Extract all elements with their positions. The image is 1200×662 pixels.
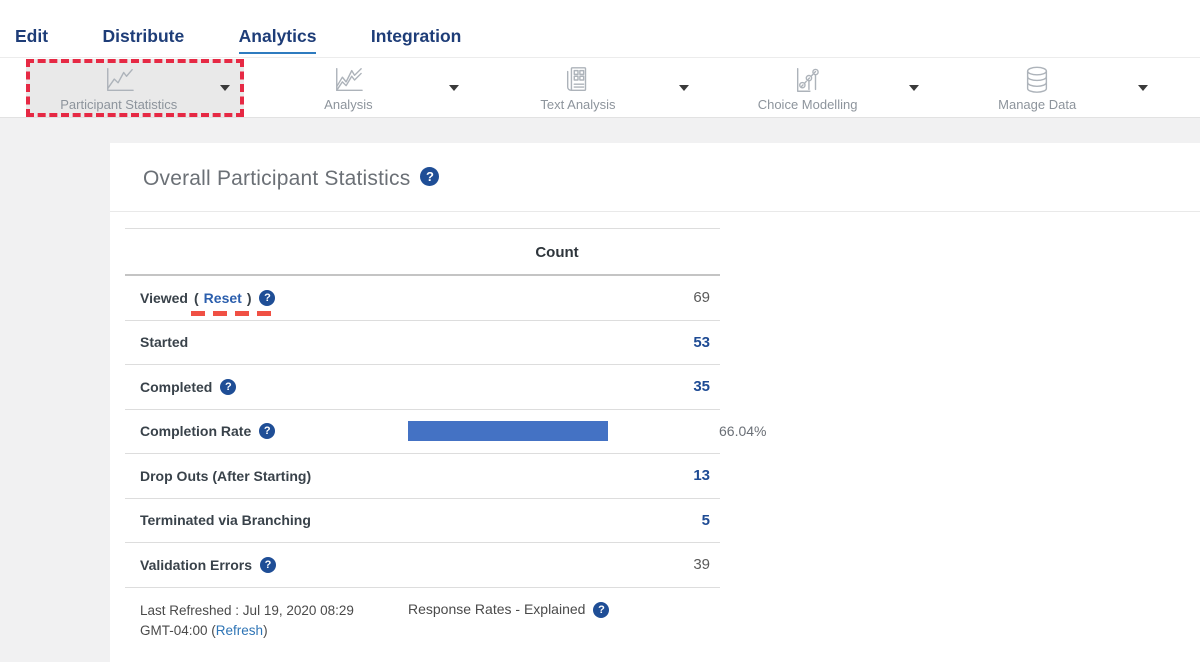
row-label: Terminated via Branching [140,512,311,528]
help-icon[interactable]: ? [593,602,609,618]
row-value: 35 [693,378,710,395]
table-row-validation-errors: Validation Errors ? 39 [125,543,720,588]
table-row-completed: Completed ? 35 [125,365,720,410]
last-refreshed-text: Last Refreshed : Jul 19, 2020 08:29 [140,603,354,618]
row-value: 69 [693,289,710,306]
reset-link[interactable]: Reset [204,290,242,306]
reset-group: ( Reset ) [194,290,251,306]
timezone-text: GMT-04:00 ( [140,623,216,638]
table-footer: Last Refreshed : Jul 19, 2020 08:29 GMT-… [125,588,720,641]
refresh-link[interactable]: Refresh [216,623,263,638]
app-header: Edit Distribute Analytics Integration Pa… [0,0,1200,118]
count-column-header: Count [457,229,657,276]
tool-label: Text Analysis [540,97,615,112]
row-value: 13 [693,467,710,484]
text-analysis-button[interactable]: Text Analysis [489,61,699,115]
row-label: Completion Rate ? [140,423,408,439]
tool-label: Manage Data [998,97,1076,112]
row-label-text: Completion Rate [140,423,251,439]
tool-group-manage-data: Manage Data [938,58,1168,118]
row-label-text: Validation Errors [140,557,252,573]
area-chart-icon [328,65,368,95]
tool-label: Participant Statistics [60,97,177,112]
primary-nav: Edit Distribute Analytics Integration [0,0,1200,57]
nav-item-edit[interactable]: Edit [15,26,48,52]
nav-item-analytics[interactable]: Analytics [239,26,317,54]
nav-item-distribute[interactable]: Distribute [103,26,185,52]
annotation-red-underline [191,311,279,316]
participant-statistics-trigger[interactable]: Participant Statistics [40,65,198,112]
scatter-chart-icon [788,65,828,95]
chevron-down-icon[interactable] [1138,85,1148,91]
help-icon[interactable]: ? [420,167,439,186]
participant-statistics-button[interactable]: Participant Statistics [26,59,244,117]
content-card: Overall Participant Statistics ? Count V… [110,143,1200,662]
participant-statistics-table: Count Viewed ( Reset ) ? 69 Started 53 [125,228,720,588]
analysis-trigger[interactable]: Analysis [269,65,427,112]
help-icon[interactable]: ? [260,557,276,573]
tool-label: Analysis [324,97,372,112]
database-icon [1017,65,1057,95]
choice-modelling-trigger[interactable]: Choice Modelling [729,65,887,112]
choice-modelling-button[interactable]: Choice Modelling [719,61,929,115]
paren-close: ) [263,623,268,638]
tool-group-participant-statistics: Participant Statistics [20,58,250,118]
row-label: Started [140,334,188,350]
row-value: 39 [693,556,710,573]
card-title-row: Overall Participant Statistics ? [110,143,1200,212]
chevron-down-icon[interactable] [679,85,689,91]
completion-rate-percent: 66.04% [719,423,766,439]
row-label-text: Completed [140,379,212,395]
row-label-text: Viewed [140,290,188,306]
table-row-drop-outs: Drop Outs (After Starting) 13 [125,454,720,499]
row-label: Validation Errors ? [140,557,276,573]
line-chart-icon [99,65,139,95]
paren-open: ( [194,290,199,306]
row-label-text: Terminated via Branching [140,512,311,528]
row-label: Viewed ( Reset ) ? [140,290,275,306]
row-label-text: Started [140,334,188,350]
row-value: 53 [693,334,710,351]
last-refreshed: Last Refreshed : Jul 19, 2020 08:29 GMT-… [140,601,408,641]
paren-close: ) [247,290,252,306]
nav-item-integration[interactable]: Integration [371,26,461,52]
completion-bar-fill [408,421,608,441]
row-label: Drop Outs (After Starting) [140,468,311,484]
chevron-down-icon[interactable] [909,85,919,91]
analytics-toolbar: Participant Statistics Analysis [0,57,1200,118]
chevron-down-icon[interactable] [220,85,230,91]
tool-group-text-analysis: Text Analysis [479,58,709,118]
row-label: Completed ? [140,379,236,395]
text-analysis-trigger[interactable]: Text Analysis [499,65,657,112]
table-row-started: Started 53 [125,321,720,366]
manage-data-button[interactable]: Manage Data [948,61,1158,115]
response-rates-label: Response Rates - Explained [408,601,585,617]
table-header-row: Count [125,229,720,276]
table-row-viewed: Viewed ( Reset ) ? 69 [125,276,720,321]
tool-group-analysis: Analysis [250,58,480,118]
table-row-terminated: Terminated via Branching 5 [125,499,720,544]
completion-rate-bar [408,421,711,441]
analysis-button[interactable]: Analysis [259,61,469,115]
help-icon[interactable]: ? [259,290,275,306]
tool-group-choice-modelling: Choice Modelling [709,58,939,118]
help-icon[interactable]: ? [220,379,236,395]
chevron-down-icon[interactable] [449,85,459,91]
manage-data-trigger[interactable]: Manage Data [958,65,1116,112]
page-title: Overall Participant Statistics [143,167,410,191]
newspaper-icon [558,65,598,95]
row-label-text: Drop Outs (After Starting) [140,468,311,484]
help-icon[interactable]: ? [259,423,275,439]
tool-label: Choice Modelling [758,97,858,112]
table-row-completion-rate: Completion Rate ? 66.04% [125,410,720,455]
response-rates-explained: Response Rates - Explained ? [408,601,609,641]
row-value: 5 [702,512,710,529]
